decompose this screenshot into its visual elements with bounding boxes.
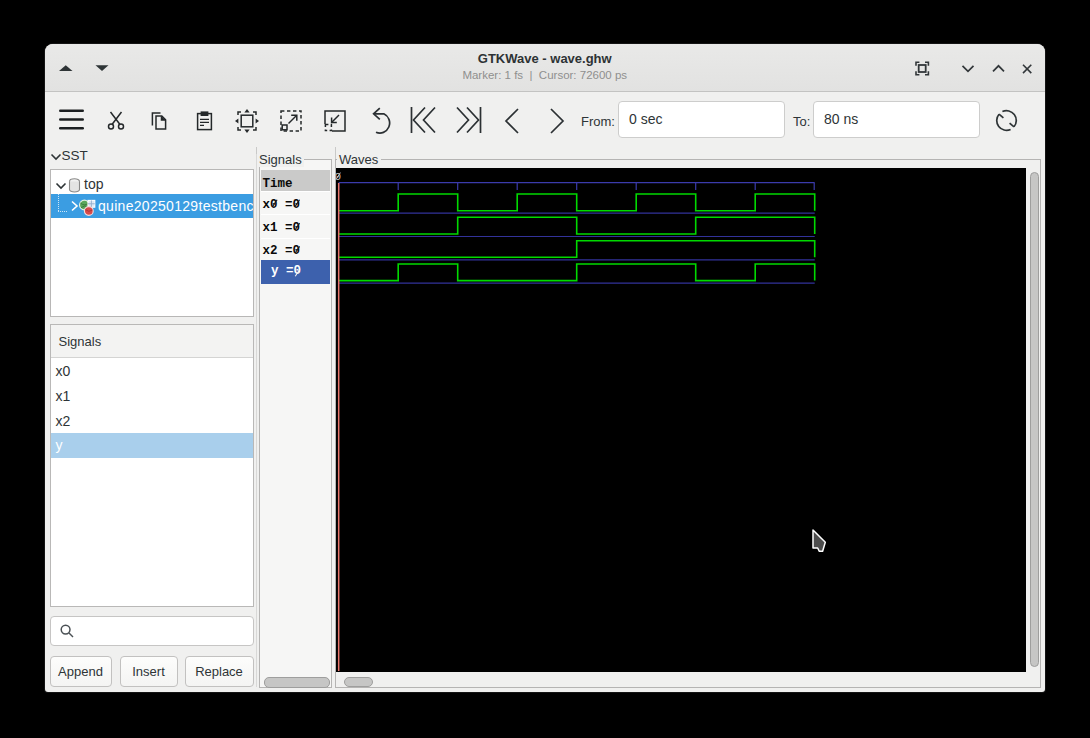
svg-text:0: 0: [336, 171, 341, 183]
